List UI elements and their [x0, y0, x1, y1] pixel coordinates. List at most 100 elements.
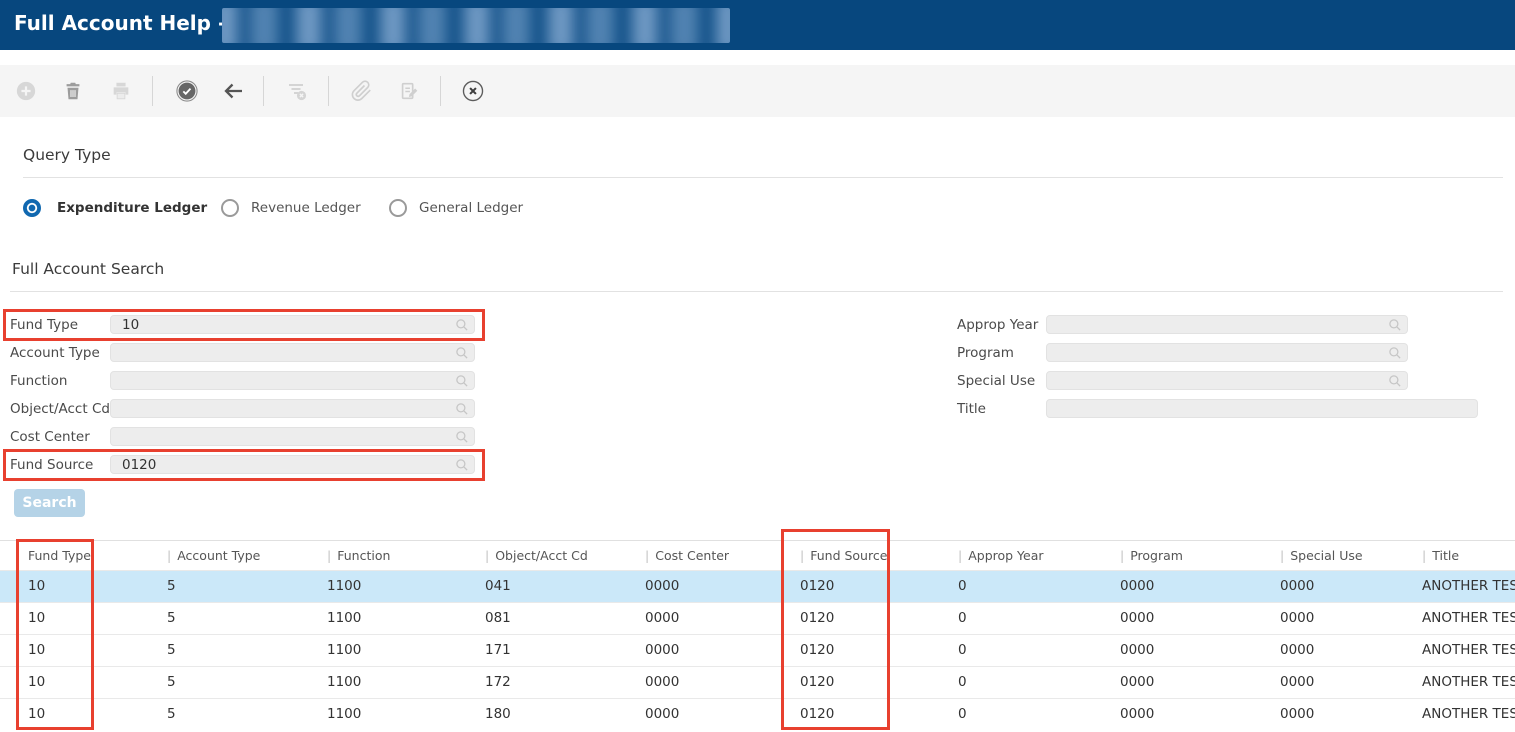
field-input-special-use[interactable]	[1046, 371, 1408, 390]
field-input-fund-type[interactable]	[110, 315, 475, 334]
field-input-function[interactable]	[110, 371, 475, 390]
cell-fund-source: 0120	[800, 666, 958, 698]
radio-label-expenditure-ledger: Expenditure Ledger	[57, 200, 207, 216]
trash-icon	[62, 80, 84, 102]
field-label-cost-center: Cost Center	[10, 429, 90, 445]
check-circle-icon	[176, 80, 198, 102]
column-header-account-type: |Account Type	[167, 541, 327, 570]
field-label-account-type: Account Type	[10, 345, 100, 361]
clear-filter-button[interactable]	[285, 79, 309, 103]
accept-button[interactable]	[176, 79, 200, 103]
column-separator: |	[1280, 548, 1284, 563]
cell-cost-center: 0000	[645, 602, 800, 634]
cell-title: ANOTHER TES	[1422, 698, 1515, 730]
close-button[interactable]	[462, 79, 486, 103]
cell-title: ANOTHER TES	[1422, 570, 1515, 602]
column-header-fund-type: Fund Type	[0, 541, 167, 570]
radio-circle-general-ledger[interactable]	[389, 199, 407, 217]
field-label-special-use: Special Use	[957, 373, 1035, 389]
cell-program: 0000	[1120, 602, 1280, 634]
cell-object-acct-cd: 081	[485, 602, 645, 634]
full-account-search-heading: Full Account Search	[12, 260, 164, 278]
radio-circle-revenue-ledger[interactable]	[221, 199, 239, 217]
column-header-title: |Title	[1422, 541, 1515, 570]
column-separator: |	[1422, 548, 1426, 563]
table-row[interactable]: 105110017200000120000000000ANOTHER TES	[0, 666, 1515, 698]
attach-button[interactable]	[351, 79, 375, 103]
cell-approp-year: 0	[958, 602, 1120, 634]
cell-fund-source: 0120	[800, 698, 958, 730]
field-label-fund-source: Fund Source	[10, 457, 93, 473]
table-row[interactable]: 105110017100000120000000000ANOTHER TES	[0, 634, 1515, 666]
cell-special-use: 0000	[1280, 570, 1422, 602]
search-lookup-icon[interactable]	[454, 317, 470, 333]
cell-function: 1100	[327, 602, 485, 634]
column-header-approp-year: |Approp Year	[958, 541, 1120, 570]
cell-title: ANOTHER TES	[1422, 602, 1515, 634]
radio-label-general-ledger: General Ledger	[419, 200, 523, 216]
add-button[interactable]	[15, 79, 39, 103]
field-input-account-type[interactable]	[110, 343, 475, 362]
field-input-fund-source[interactable]	[110, 455, 475, 474]
search-section-divider	[10, 291, 1503, 292]
column-header-function: |Function	[327, 541, 485, 570]
field-input-object-acct-cd[interactable]	[110, 399, 475, 418]
field-input-title[interactable]	[1046, 399, 1478, 418]
cell-title: ANOTHER TES	[1422, 666, 1515, 698]
column-header-program: |Program	[1120, 541, 1280, 570]
search-lookup-icon[interactable]	[1387, 373, 1403, 389]
search-lookup-icon[interactable]	[454, 401, 470, 417]
search-lookup-icon[interactable]	[454, 373, 470, 389]
cell-function: 1100	[327, 698, 485, 730]
cell-special-use: 0000	[1280, 666, 1422, 698]
cell-approp-year: 0	[958, 666, 1120, 698]
cell-function: 1100	[327, 634, 485, 666]
delete-button[interactable]	[62, 79, 86, 103]
cell-fund-type: 10	[0, 698, 167, 730]
cell-account-type: 5	[167, 634, 327, 666]
cell-special-use: 0000	[1280, 634, 1422, 666]
search-button[interactable]: Search	[14, 489, 85, 517]
column-separator: |	[167, 548, 171, 563]
print-button[interactable]	[110, 79, 134, 103]
cell-cost-center: 0000	[645, 570, 800, 602]
results-header-row: Fund Type|Account Type|Function|Object/A…	[0, 541, 1515, 570]
table-row[interactable]: 105110004100000120000000000ANOTHER TES	[0, 570, 1515, 602]
search-lookup-icon[interactable]	[454, 429, 470, 445]
table-row[interactable]: 105110008100000120000000000ANOTHER TES	[0, 602, 1515, 634]
toolbar	[0, 65, 1515, 117]
column-header-special-use: |Special Use	[1280, 541, 1422, 570]
field-input-approp-year[interactable]	[1046, 315, 1408, 334]
column-header-cost-center: |Cost Center	[645, 541, 800, 570]
redaction-blur	[222, 8, 730, 43]
cell-special-use: 0000	[1280, 698, 1422, 730]
field-label-object-acct-cd: Object/Acct Cd	[10, 401, 110, 417]
cell-object-acct-cd: 171	[485, 634, 645, 666]
column-separator: |	[958, 548, 962, 563]
search-lookup-icon[interactable]	[454, 345, 470, 361]
field-label-title: Title	[957, 401, 986, 417]
radio-circle-expenditure-ledger[interactable]	[23, 199, 41, 217]
redacted-account-text	[222, 8, 730, 43]
table-row[interactable]: 105110018000000120000000000ANOTHER TES	[0, 698, 1515, 730]
search-lookup-icon[interactable]	[1387, 317, 1403, 333]
cell-program: 0000	[1120, 666, 1280, 698]
search-lookup-icon[interactable]	[454, 457, 470, 473]
toolbar-separator	[328, 76, 329, 106]
cell-special-use: 0000	[1280, 602, 1422, 634]
cell-account-type: 5	[167, 570, 327, 602]
cell-fund-type: 10	[0, 634, 167, 666]
search-lookup-icon[interactable]	[1387, 345, 1403, 361]
cell-fund-type: 10	[0, 570, 167, 602]
cell-approp-year: 0	[958, 698, 1120, 730]
filter-clear-icon	[285, 79, 309, 103]
field-input-program[interactable]	[1046, 343, 1408, 362]
cell-cost-center: 0000	[645, 634, 800, 666]
cell-fund-type: 10	[0, 666, 167, 698]
column-header-fund-source: |Fund Source	[800, 541, 958, 570]
back-button[interactable]	[221, 79, 245, 103]
column-header-object-acct-cd: |Object/Acct Cd	[485, 541, 645, 570]
cell-title: ANOTHER TES	[1422, 634, 1515, 666]
field-input-cost-center[interactable]	[110, 427, 475, 446]
notes-button[interactable]	[398, 79, 422, 103]
